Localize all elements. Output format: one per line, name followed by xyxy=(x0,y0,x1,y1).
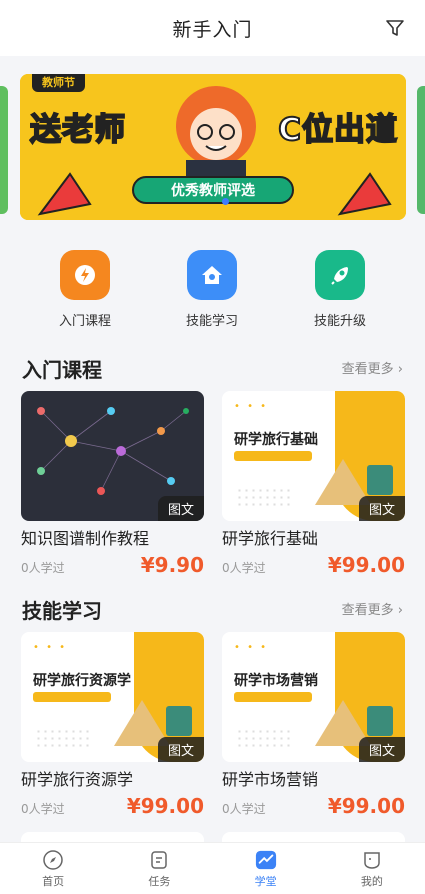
tab-school[interactable]: 学堂 xyxy=(213,843,319,894)
chevron-right-icon: › xyxy=(397,603,403,618)
learned-count: 0人学过 xyxy=(222,802,266,816)
course-card[interactable]: • • • 研学旅行资源学 图文 研学旅行资源学 0人学过 ¥99.00 xyxy=(21,632,204,818)
bottom-tab-bar: 首页 任务 学堂 我的 xyxy=(0,842,425,894)
banner-image[interactable]: 教师节 送老师 C位出道 优秀教师评选 xyxy=(20,74,406,220)
course-price: ¥99.00 xyxy=(327,794,405,818)
course-card[interactable]: • • • 研学市场营销 图文 研学市场营销 0人学过 ¥99.00 xyxy=(222,632,405,818)
book-illustration xyxy=(367,706,393,736)
quick-entry-label: 技能升级 xyxy=(313,314,366,329)
learned-count: 0人学过 xyxy=(21,802,65,816)
tab-tasks[interactable]: 任务 xyxy=(106,843,212,894)
filter-icon[interactable] xyxy=(383,16,407,40)
quick-entry-upgrade[interactable]: 技能升级 xyxy=(300,250,380,329)
course-price: ¥9.90 xyxy=(140,553,204,577)
quick-entry-skills[interactable]: 技能学习 xyxy=(172,250,252,329)
course-name: 研学旅行基础 xyxy=(222,529,319,548)
profile-icon xyxy=(361,849,383,871)
page-title: 新手入门 xyxy=(172,18,253,41)
banner-pill: 优秀教师评选 xyxy=(132,176,294,204)
banner-right-text: C位出道 xyxy=(277,111,398,149)
tab-label: 首页 xyxy=(42,874,65,888)
course-name: 研学市场营销 xyxy=(222,770,319,789)
section-title-skills: 技能学习 xyxy=(22,599,102,623)
quick-entry-label: 入门课程 xyxy=(58,314,111,329)
lightning-icon xyxy=(60,250,110,300)
quick-entries: 入门课程 技能学习 技能升级 xyxy=(0,250,425,330)
content-type-badge: 图文 xyxy=(358,496,405,521)
banner-left-text: 送老师 xyxy=(29,111,126,149)
course-card[interactable]: 图文 知识图谱制作教程 0人学过 ¥9.90 xyxy=(21,391,204,577)
course-price: ¥99.00 xyxy=(327,553,405,577)
course-thumbnail: • • • 研学市场营销 图文 xyxy=(222,632,405,762)
course-name: 研学旅行资源学 xyxy=(21,770,134,789)
learned-count: 0人学过 xyxy=(21,561,65,575)
thumbnail-title: 研学旅行资源学 xyxy=(33,673,131,689)
house-icon xyxy=(187,250,237,300)
see-more-intro[interactable]: 查看更多 › xyxy=(342,358,403,377)
content-type-badge: 图文 xyxy=(358,737,405,762)
rocket-icon xyxy=(315,250,365,300)
tab-home[interactable]: 首页 xyxy=(0,843,106,894)
banner-tag: 教师节 xyxy=(32,74,85,92)
content-type-badge: 图文 xyxy=(157,496,204,521)
tab-profile[interactable]: 我的 xyxy=(319,843,425,894)
tab-label: 任务 xyxy=(148,874,171,888)
book-illustration xyxy=(166,706,192,736)
course-thumbnail: 图文 xyxy=(21,391,204,521)
book-illustration xyxy=(367,465,393,495)
chart-icon xyxy=(255,849,277,871)
learned-count: 0人学过 xyxy=(222,561,266,575)
banner-carousel[interactable]: 教师节 送老师 C位出道 优秀教师评选 xyxy=(0,74,425,222)
course-price: ¥99.00 xyxy=(126,794,204,818)
see-more-label: 查看更多 xyxy=(341,362,394,377)
thumbnail-title: 研学市场营销 xyxy=(234,673,318,689)
task-icon xyxy=(148,849,170,871)
tab-label: 学堂 xyxy=(254,874,277,888)
top-header: 新手入门 xyxy=(0,0,425,56)
tab-label: 我的 xyxy=(360,874,383,888)
course-name: 知识图谱制作教程 xyxy=(21,529,150,548)
see-more-label: 查看更多 xyxy=(341,603,394,618)
compass-icon xyxy=(42,849,64,871)
course-card[interactable]: • • • 研学旅行基础 图文 研学旅行基础 0人学过 ¥99.00 xyxy=(222,391,405,577)
course-thumbnail: • • • 研学旅行资源学 图文 xyxy=(21,632,204,762)
see-more-skills[interactable]: 查看更多 › xyxy=(342,599,403,618)
section-title-intro: 入门课程 xyxy=(22,358,102,382)
thumbnail-title: 研学旅行基础 xyxy=(234,432,318,448)
chevron-right-icon: › xyxy=(397,362,403,377)
content-type-badge: 图文 xyxy=(157,737,204,762)
course-thumbnail: • • • 研学旅行基础 图文 xyxy=(222,391,405,521)
carousel-indicator xyxy=(222,198,229,205)
quick-entry-intro[interactable]: 入门课程 xyxy=(45,250,125,329)
quick-entry-label: 技能学习 xyxy=(185,314,238,329)
